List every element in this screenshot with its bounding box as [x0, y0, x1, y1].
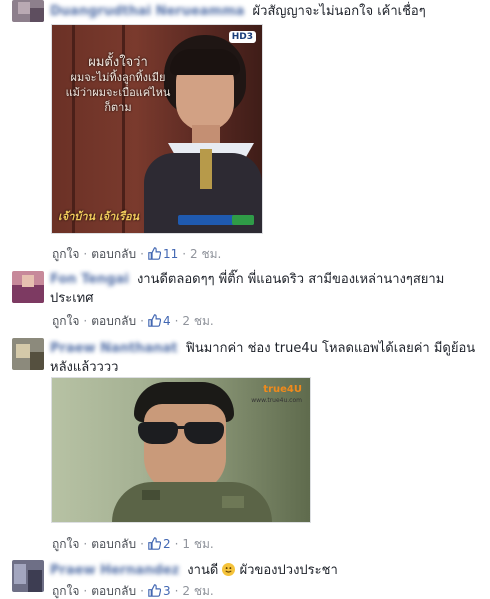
comment-photo[interactable]: ผมตั้งใจว่า ผมจะไม่ทิ้งลูกทิ้งเมีย แม้ว่… — [51, 24, 263, 234]
like-button[interactable]: ถูกใจ — [52, 314, 79, 328]
thumbs-up-icon — [148, 314, 161, 327]
comment-photo[interactable]: true4U www.true4u.com — [51, 377, 311, 523]
comment-body-start: งานดี — [187, 563, 219, 578]
caption-line-3: แม้ว่าผมจะเบื่อแค่ไหน — [65, 86, 171, 99]
like-count[interactable]: 2 — [148, 537, 171, 551]
like-button[interactable]: ถูกใจ — [52, 247, 79, 261]
smiley-emoji-icon — [222, 563, 236, 576]
caption-line-1: ผมตั้งใจว่า — [88, 55, 148, 70]
channel-logo: HD3 — [228, 31, 256, 43]
thumbs-up-icon — [148, 537, 161, 550]
avatar[interactable] — [12, 560, 44, 592]
comment-author[interactable]: Fon Tengai — [50, 272, 129, 287]
caption-line-4: ก็ตาม — [104, 101, 132, 114]
avatar[interactable] — [12, 271, 44, 303]
comment-author[interactable]: Praew Hernandez — [50, 563, 179, 578]
timestamp[interactable]: 2 ชม. — [182, 584, 213, 598]
channel-site: www.true4u.com — [251, 397, 302, 404]
comment-author[interactable]: Duangrudthai Nerueamma — [50, 4, 244, 19]
like-button[interactable]: ถูกใจ — [52, 584, 79, 598]
timestamp[interactable]: 2 ชม. — [182, 314, 213, 328]
caption-line-2: ผมจะไม่ทิ้งลูกทิ้งเมีย — [70, 71, 166, 84]
channel-logo: true4U — [263, 384, 302, 395]
thumbs-up-icon — [148, 584, 161, 597]
like-count[interactable]: 11 — [148, 247, 178, 261]
comment-text: Praew Hernandez งานดี ผัวของปวงประชา — [50, 561, 482, 580]
like-count[interactable]: 3 — [148, 584, 171, 598]
like-button[interactable]: ถูกใจ — [52, 537, 79, 551]
like-count[interactable]: 4 — [148, 314, 171, 328]
comment-actions: ถูกใจ · ตอบกลับ · 3 · 2 ชม. — [52, 584, 214, 598]
comment-actions: ถูกใจ · ตอบกลับ · 2 · 1 ชม. — [52, 537, 214, 551]
comment-text: Praew Nanthanat ฟินมากค่า ช่อง true4u โห… — [50, 339, 482, 377]
reply-button[interactable]: ตอบกลับ — [91, 247, 136, 261]
comment-actions: ถูกใจ · ตอบกลับ · 4 · 2 ชม. — [52, 314, 214, 328]
show-title: เจ้าบ้าน เจ้าเรือน — [58, 210, 140, 223]
social-badges — [178, 215, 254, 225]
timestamp[interactable]: 1 ชม. — [182, 537, 213, 551]
comment-text: Duangrudthai Nerueamma ผัวสัญญาจะไม่นอกใ… — [50, 2, 482, 21]
comment-body: ผัวสัญญาจะไม่นอกใจ เค้าเชื่อๆ — [252, 4, 426, 19]
comment-actions: ถูกใจ · ตอบกลับ · 11 · 2 ชม. — [52, 247, 222, 261]
comment-body-end: ผัวของปวงประชา — [239, 563, 338, 578]
reply-button[interactable]: ตอบกลับ — [91, 537, 136, 551]
thumbs-up-icon — [148, 247, 161, 260]
reply-button[interactable]: ตอบกลับ — [91, 584, 136, 598]
timestamp[interactable]: 2 ชม. — [190, 247, 221, 261]
avatar[interactable] — [12, 0, 44, 22]
comment-text: Fon Tengai งานดีตลอดๆๆ พี่ติ๊ก พี่แอนดริ… — [50, 270, 482, 308]
reply-button[interactable]: ตอบกลับ — [91, 314, 136, 328]
comment-author[interactable]: Praew Nanthanat — [50, 341, 177, 356]
avatar[interactable] — [12, 338, 44, 370]
